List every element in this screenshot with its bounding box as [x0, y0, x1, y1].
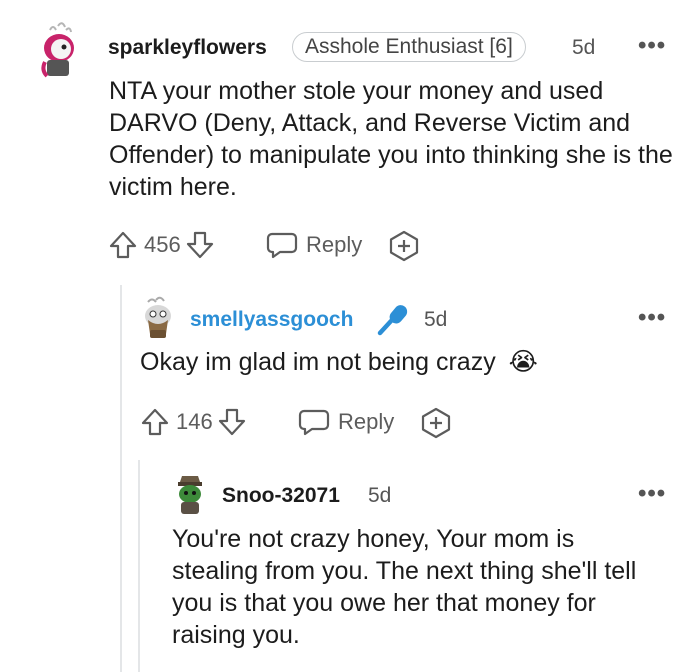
vote-bar: 146 — [140, 405, 247, 439]
user-flair: Asshole Enthusiast [6] — [292, 32, 526, 62]
comment-body-row: Okay im glad im not being crazy 😭 — [140, 346, 538, 378]
comment-body: You're not crazy honey, Your mom is stea… — [172, 525, 637, 649]
award-plus-icon — [389, 230, 419, 262]
award-plus-icon — [421, 407, 451, 439]
avatar[interactable] — [138, 296, 178, 340]
more-options-icon[interactable]: ••• — [638, 32, 666, 60]
upvote-icon[interactable] — [108, 230, 138, 260]
vote-count: 456 — [144, 232, 181, 257]
comment-timestamp: 5d — [572, 36, 596, 59]
comment-username[interactable]: Snoo-32071 — [222, 484, 340, 508]
avatar[interactable] — [36, 22, 82, 78]
avatar[interactable] — [172, 474, 208, 516]
reply-button[interactable]: Reply — [298, 405, 394, 439]
thread-line-level-1[interactable] — [120, 285, 122, 672]
downvote-icon[interactable] — [217, 407, 247, 437]
thread-line-level-2[interactable] — [138, 460, 140, 672]
more-options-icon[interactable]: ••• — [638, 480, 666, 508]
award-button[interactable] — [388, 230, 420, 262]
vote-count: 146 — [176, 409, 213, 434]
microphone-icon — [376, 302, 410, 336]
reply-button[interactable]: Reply — [266, 228, 362, 262]
comment-body: Okay im glad im not being crazy — [140, 348, 496, 376]
award-button[interactable] — [420, 407, 452, 439]
reply-label: Reply — [306, 232, 363, 257]
reply-icon — [266, 230, 298, 260]
reply-icon — [298, 407, 330, 437]
comment-username[interactable]: smellyassgooch — [190, 308, 353, 332]
crying-emoji: 😭 — [508, 348, 538, 376]
comment-body: NTA your mother stole your money and use… — [109, 77, 673, 201]
comment-username[interactable]: sparkleyflowers — [108, 36, 267, 60]
comment-timestamp: 5d — [368, 484, 392, 507]
more-options-icon[interactable]: ••• — [638, 304, 666, 332]
downvote-icon[interactable] — [185, 230, 215, 260]
reply-label: Reply — [338, 409, 395, 434]
upvote-icon[interactable] — [140, 407, 170, 437]
vote-bar: 456 — [108, 228, 215, 262]
comment-timestamp: 5d — [424, 308, 448, 331]
